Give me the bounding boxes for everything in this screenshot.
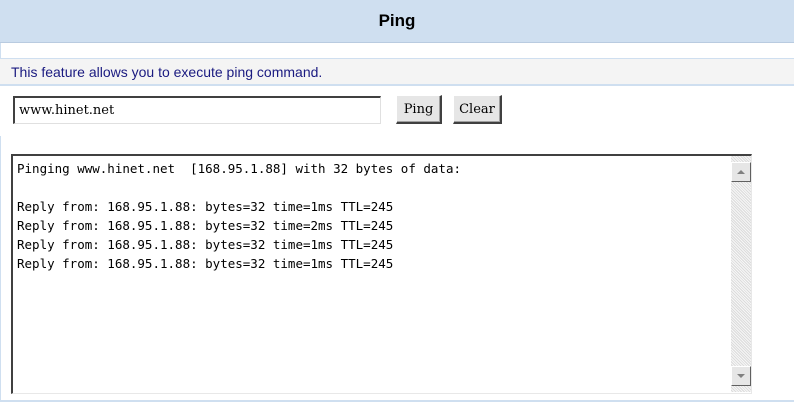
- output-line: Reply from: 168.95.1.88: bytes=32 time=1…: [17, 237, 394, 252]
- ping-form: Ping Clear: [0, 86, 794, 136]
- host-input[interactable]: [13, 96, 381, 124]
- output-line: Reply from: 168.95.1.88: bytes=32 time=2…: [17, 218, 394, 233]
- output-line: Reply from: 168.95.1.88: bytes=32 time=1…: [17, 199, 394, 214]
- feature-description: This feature allows you to execute ping …: [11, 63, 323, 80]
- ping-output-textarea[interactable]: Pinging www.hinet.net [168.95.1.88] with…: [11, 154, 752, 394]
- scroll-down-arrow-icon[interactable]: [731, 366, 751, 386]
- vertical-scrollbar[interactable]: [731, 156, 751, 392]
- ping-output-text: Pinging www.hinet.net [168.95.1.88] with…: [13, 156, 721, 392]
- ping-button[interactable]: Ping: [396, 95, 442, 124]
- bottom-border-line: [0, 400, 794, 402]
- ping-page: Ping This feature allows you to execute …: [0, 0, 794, 405]
- page-title-bar: Ping: [0, 0, 794, 43]
- clear-button[interactable]: Clear: [453, 95, 502, 124]
- scroll-up-arrow-icon[interactable]: [731, 162, 751, 182]
- page-title: Ping: [378, 11, 416, 30]
- description-row: This feature allows you to execute ping …: [0, 58, 794, 86]
- output-line: Pinging www.hinet.net [168.95.1.88] with…: [17, 161, 462, 176]
- output-line: Reply from: 168.95.1.88: bytes=32 time=1…: [17, 256, 394, 271]
